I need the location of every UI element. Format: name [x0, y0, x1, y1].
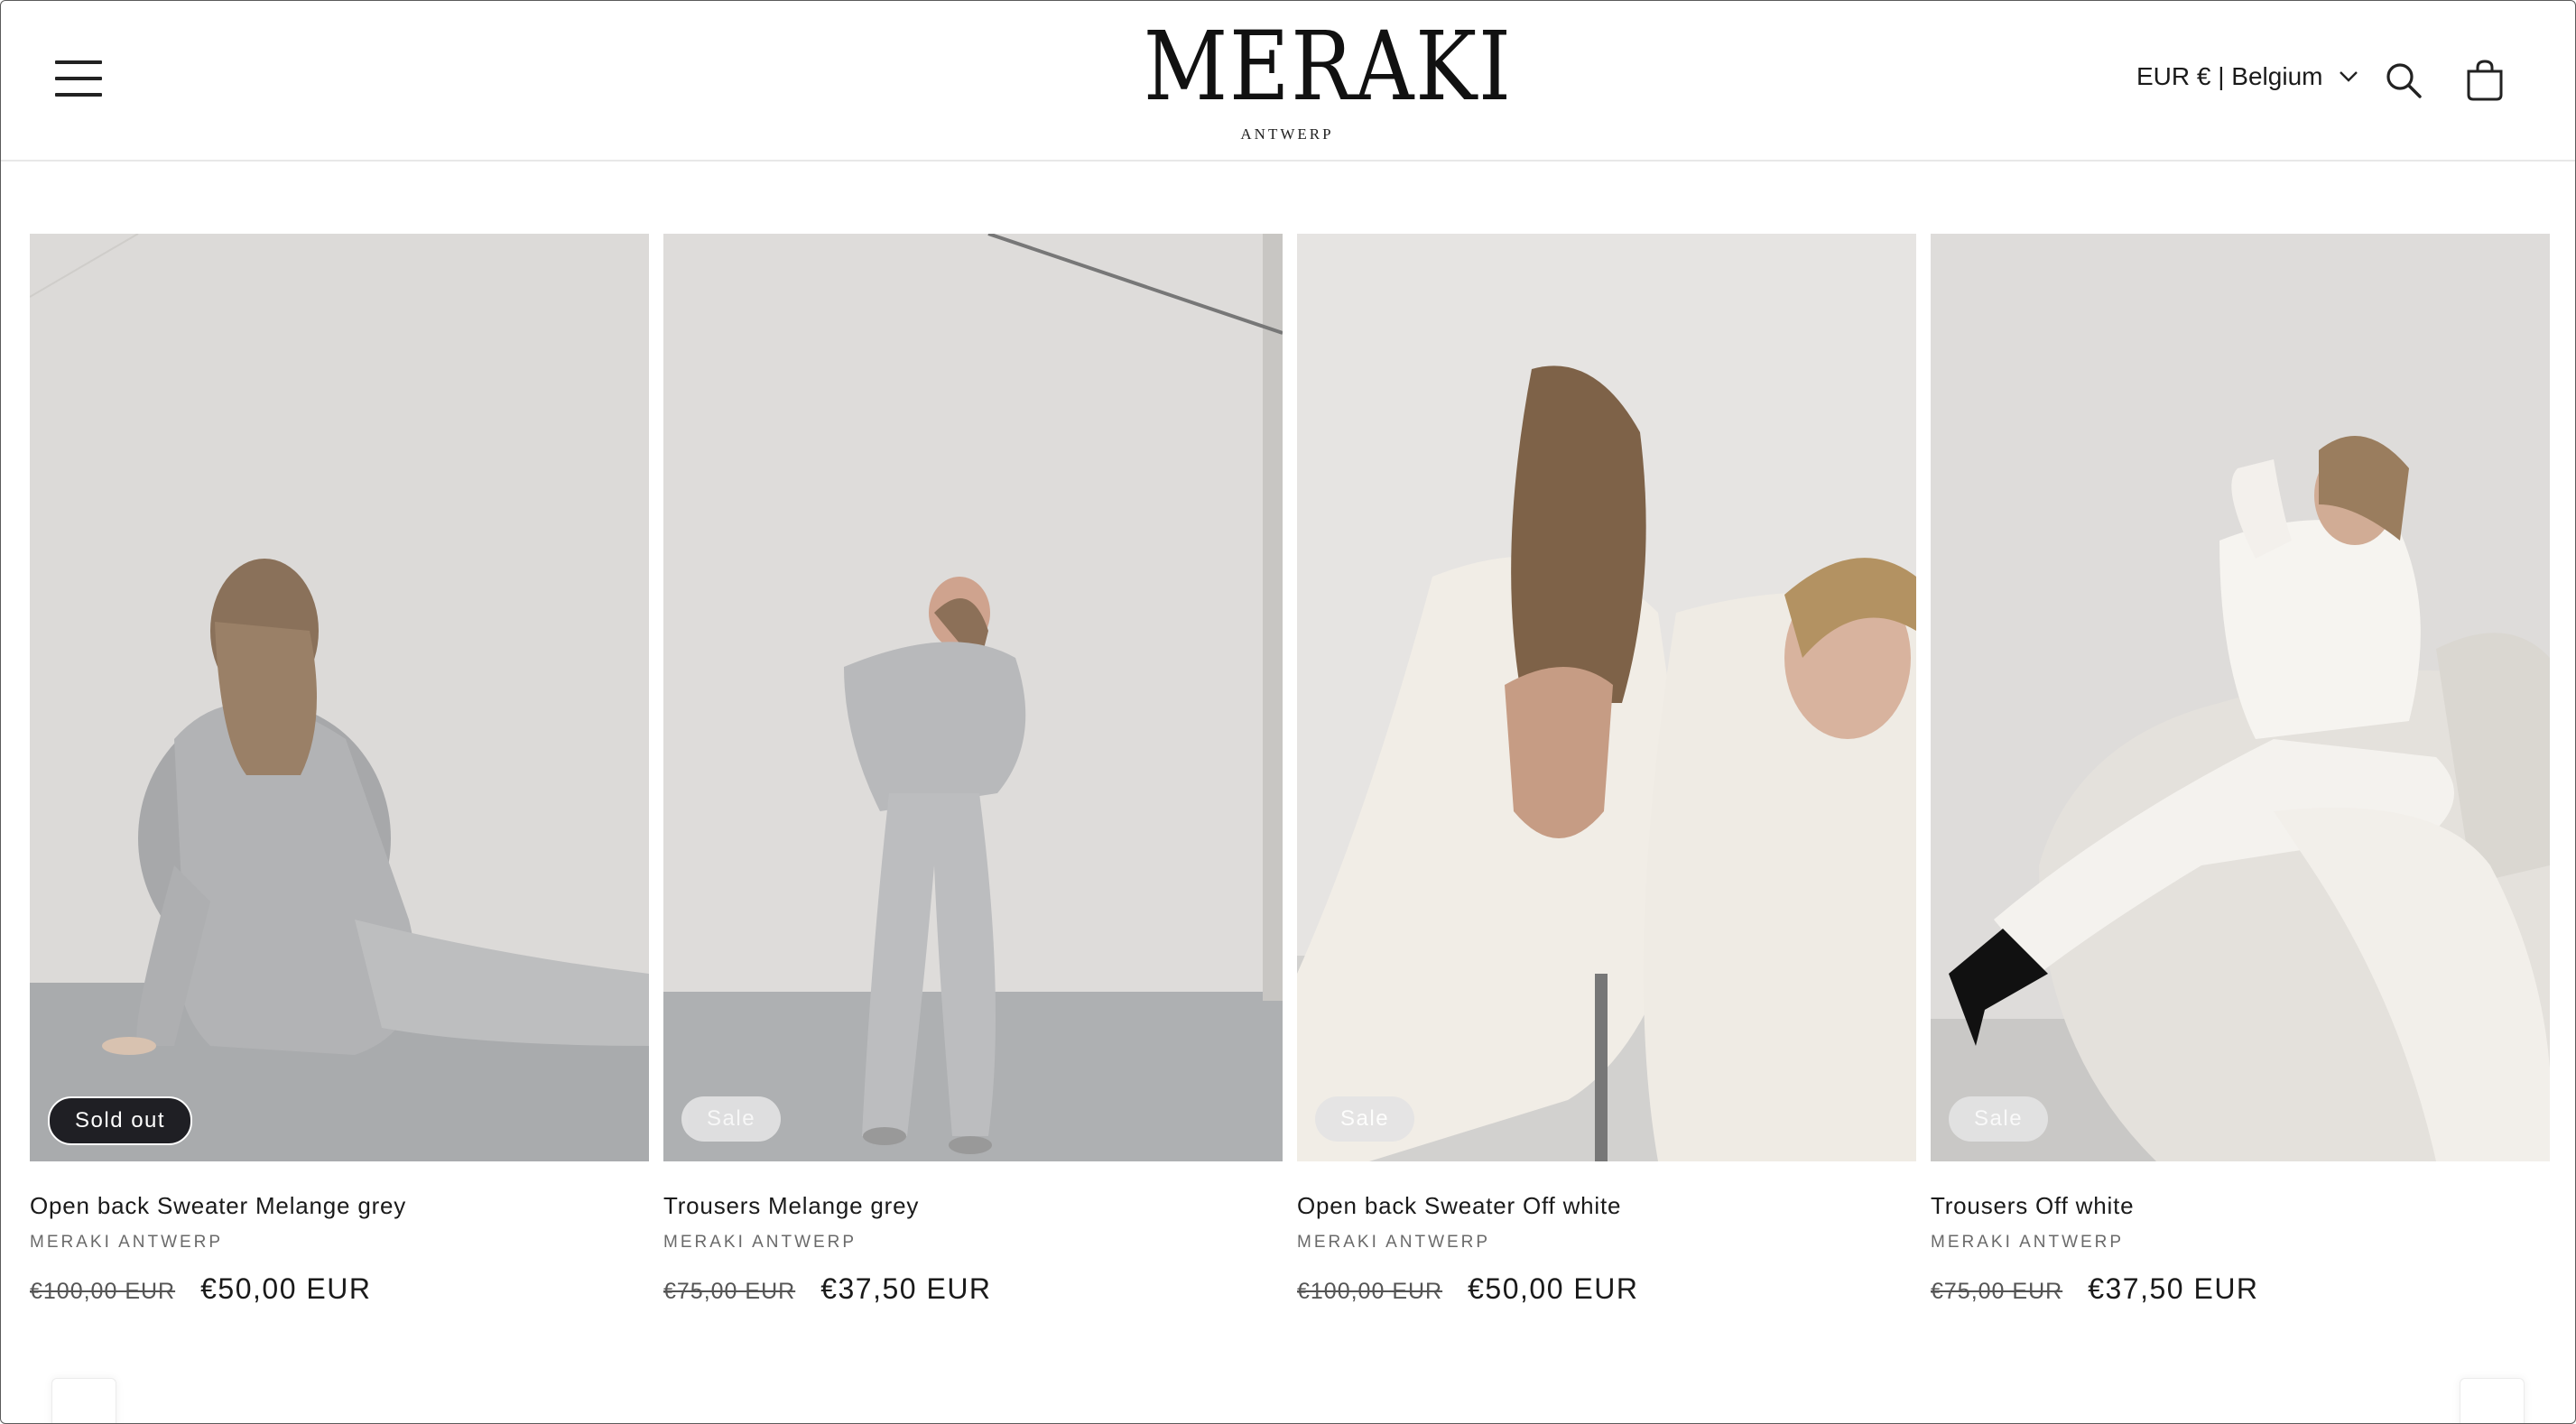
product-prices: €75,00 EUR €37,50 EUR — [663, 1272, 1283, 1306]
product-image[interactable]: Sale — [663, 234, 1283, 1161]
logo-wordmark: MERAKI — [1143, 11, 1513, 122]
product-card[interactable]: Sale Trousers Melange grey MERAKI ANTWER… — [663, 234, 1283, 1306]
carousel-prev-button[interactable] — [51, 1378, 116, 1423]
site-header: MERAKI ANTWERP EUR € | Belgium — [1, 1, 2575, 162]
product-card[interactable]: Sold out Open back Sweater Melange grey … — [30, 234, 649, 1306]
browser-page: MERAKI ANTWERP EUR € | Belgium Sold out … — [0, 0, 2576, 1424]
logo-subtitle: ANTWERP — [1240, 125, 1334, 143]
product-vendor: MERAKI ANTWERP — [1297, 1233, 1491, 1252]
search-icon[interactable] — [2384, 60, 2423, 100]
product-prices: €75,00 EUR €37,50 EUR — [1931, 1272, 2550, 1306]
regular-price: €75,00 EUR — [1931, 1279, 2063, 1304]
product-title[interactable]: Trousers Off white — [1931, 1192, 2550, 1220]
product-photo-grey-sweater — [30, 234, 649, 1161]
sale-badge: Sale — [681, 1096, 782, 1142]
product-photo-grey-trousers — [663, 234, 1283, 1161]
product-image[interactable]: Sale — [1931, 234, 2550, 1161]
sale-price: €37,50 EUR — [820, 1272, 992, 1305]
store-logo[interactable]: MERAKI ANTWERP — [1120, 11, 1513, 149]
sale-price: €50,00 EUR — [1468, 1272, 1639, 1305]
product-image[interactable]: Sale — [1297, 234, 1916, 1161]
product-card[interactable]: Sale Open back Sweater Off white MERAKI … — [1297, 234, 1916, 1306]
product-photo-white-sweater — [1297, 234, 1916, 1161]
sale-price: €37,50 EUR — [2088, 1272, 2259, 1305]
regular-price: €100,00 EUR — [1297, 1279, 1443, 1304]
hamburger-menu-icon[interactable] — [55, 60, 102, 97]
product-prices: €100,00 EUR €50,00 EUR — [30, 1272, 649, 1306]
product-vendor: MERAKI ANTWERP — [1931, 1233, 2125, 1252]
shopping-bag-icon[interactable] — [2465, 59, 2505, 102]
product-card[interactable]: Sale Trousers Off white MERAKI ANTWERP €… — [1931, 234, 2550, 1306]
chevron-down-icon — [2340, 71, 2358, 82]
carousel-next-button[interactable] — [2460, 1378, 2525, 1423]
regular-price: €100,00 EUR — [30, 1279, 176, 1304]
product-image[interactable]: Sold out — [30, 234, 649, 1161]
regular-price: €75,00 EUR — [663, 1279, 796, 1304]
product-title[interactable]: Trousers Melange grey — [663, 1192, 1283, 1220]
product-prices: €100,00 EUR €50,00 EUR — [1297, 1272, 1916, 1306]
sold-out-badge: Sold out — [48, 1096, 193, 1145]
sale-badge: Sale — [1315, 1096, 1415, 1142]
sale-price: €50,00 EUR — [200, 1272, 372, 1305]
product-photo-white-trousers — [1931, 234, 2550, 1161]
currency-country-selector[interactable]: EUR € | Belgium — [2136, 62, 2358, 91]
product-title[interactable]: Open back Sweater Off white — [1297, 1192, 1916, 1220]
product-title[interactable]: Open back Sweater Melange grey — [30, 1192, 649, 1220]
product-vendor: MERAKI ANTWERP — [30, 1233, 224, 1252]
sale-badge: Sale — [1949, 1096, 2049, 1142]
product-vendor: MERAKI ANTWERP — [663, 1233, 857, 1252]
locale-label: EUR € | Belgium — [2136, 62, 2323, 90]
